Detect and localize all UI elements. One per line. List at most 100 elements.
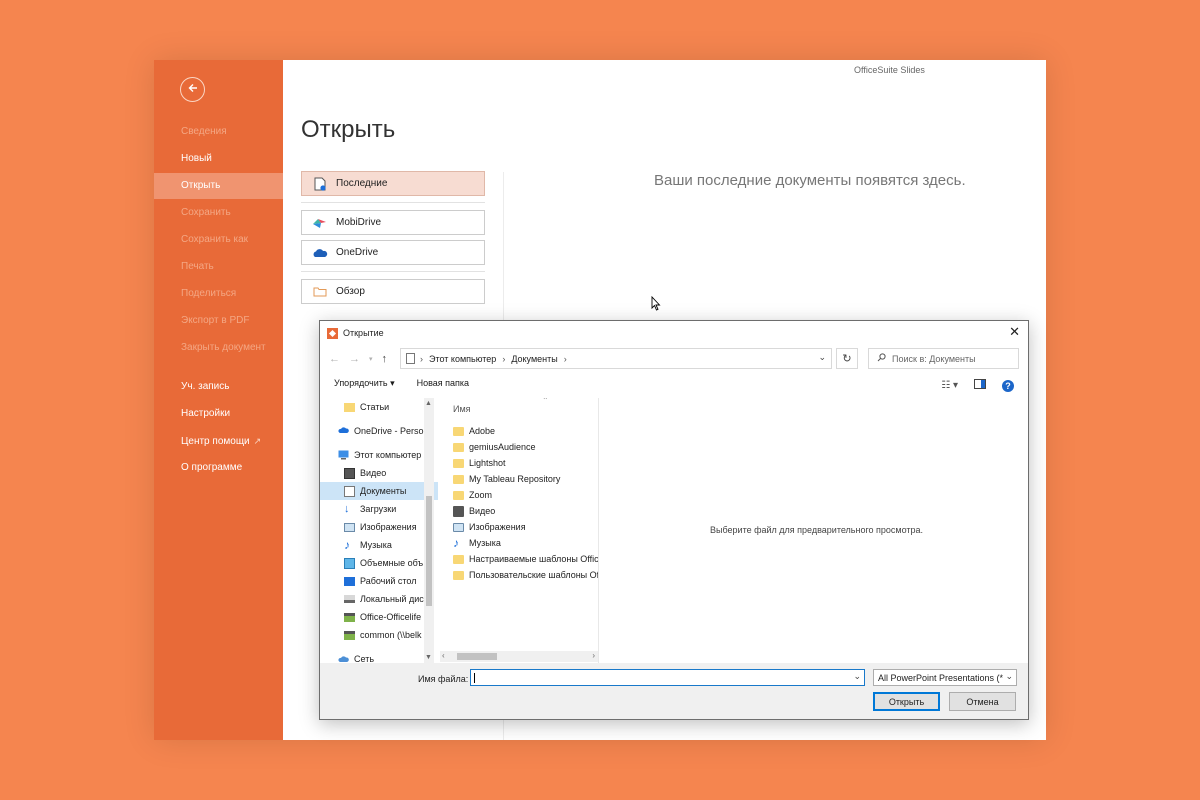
desktop-icon <box>344 576 355 586</box>
drive-icon <box>344 595 355 603</box>
location-onedrive[interactable]: OneDrive <box>301 240 485 265</box>
tree-item[interactable]: Этот компьютер <box>320 446 438 464</box>
address-bar[interactable]: › Этот компьютер › Документы › ⌄ <box>400 348 832 369</box>
file-row[interactable]: Lightshot <box>453 455 598 471</box>
chevron-right-icon: › <box>420 353 423 364</box>
file-row[interactable]: Настраиваемые шаблоны Office <box>453 551 598 567</box>
chevron-down-icon[interactable]: ▼ <box>425 654 432 661</box>
breadcrumb-documents[interactable]: Документы <box>511 354 557 364</box>
chevron-up-icon[interactable]: ▲ <box>425 400 432 407</box>
file-list: ⌃ Имя Adobe gemiusAudience Lightshot My … <box>440 398 599 663</box>
up-arrow-icon[interactable]: ↑ <box>382 353 388 365</box>
search-input[interactable]: Поиск в: Документы <box>868 348 1019 369</box>
file-row[interactable]: ♪ Музыка <box>453 535 598 551</box>
open-file-dialog: Открытие ✕ ← → ▾ ↑ › Этот компьютер › До… <box>319 320 1029 720</box>
scrollbar-thumb[interactable] <box>426 496 432 606</box>
computer-icon <box>338 450 349 461</box>
chevron-down-icon: ⌄ <box>1005 671 1013 681</box>
open-button[interactable]: Открыть <box>873 692 940 711</box>
file-row[interactable]: Изображения <box>453 519 598 535</box>
tree-item[interactable]: Видео <box>320 464 438 482</box>
tree-item-label: Локальный дис <box>360 594 424 604</box>
sidebar-item-share[interactable]: Поделиться <box>154 281 283 307</box>
mobidrive-icon <box>312 216 328 230</box>
file-name: Zoom <box>469 490 493 500</box>
file-list-scrollbar[interactable]: ‹ › <box>440 651 598 662</box>
nav-buttons: ← → ▾ ↑ <box>329 353 387 365</box>
tree-item[interactable]: Сеть <box>320 650 438 663</box>
filetype-select[interactable]: All PowerPoint Presentations (* ⌄ <box>873 669 1017 686</box>
sidebar-item-new[interactable]: Новый <box>154 146 283 172</box>
back-button[interactable] <box>180 77 205 102</box>
filename-label: Имя файла: <box>418 674 469 684</box>
sidebar-item-open[interactable]: Открыть <box>154 173 283 199</box>
refresh-button[interactable]: ↻ <box>836 348 858 369</box>
view-mode-icon[interactable]: ☷ ▾ <box>941 380 958 391</box>
folder-icon <box>344 402 355 412</box>
tree-item[interactable]: OneDrive - Persor <box>320 422 438 440</box>
location-mobidrive[interactable]: MobiDrive <box>301 210 485 235</box>
sidebar-item-export-pdf[interactable]: Экспорт в PDF <box>154 308 283 334</box>
tree-item[interactable]: common (\\belk <box>320 626 438 644</box>
forward-arrow-icon[interactable]: → <box>349 353 360 365</box>
column-header-name[interactable]: Имя <box>453 404 471 414</box>
tree-item[interactable]: ↓ Загрузки <box>320 500 438 518</box>
chevron-left-icon[interactable]: ‹ <box>442 651 445 660</box>
tree-scrollbar[interactable]: ▲ ▼ <box>424 398 434 663</box>
onedrive-cloud-icon <box>312 246 328 260</box>
file-row[interactable]: My Tableau Repository <box>453 471 598 487</box>
tree-item[interactable]: Статьи <box>320 398 438 416</box>
sidebar-item-close-document[interactable]: Закрыть документ <box>154 335 283 361</box>
chevron-right-icon[interactable]: › <box>592 651 595 660</box>
close-icon[interactable]: ✕ <box>1009 324 1020 340</box>
location-recent[interactable]: Последние <box>301 171 485 196</box>
preview-pane-icon[interactable] <box>974 379 986 392</box>
sidebar-item-help-center[interactable]: Центр помощи ↗ <box>154 428 283 454</box>
sidebar-item-about[interactable]: О программе <box>154 455 283 481</box>
location-browse[interactable]: Обзор <box>301 279 485 304</box>
music-icon: ♪ <box>344 537 350 552</box>
sort-arrow-icon: ⌃ <box>542 398 549 405</box>
file-row[interactable]: Видео <box>453 503 598 519</box>
tree-item[interactable]: ♪ Музыка <box>320 536 438 554</box>
cancel-button[interactable]: Отмена <box>949 692 1016 711</box>
chevron-right-icon[interactable]: › <box>564 354 567 364</box>
help-icon[interactable]: ? <box>1002 379 1014 392</box>
chevron-down-icon[interactable]: ⌄ <box>818 352 826 363</box>
file-row[interactable]: gemiusAudience <box>453 439 598 455</box>
tree-item[interactable]: Документы <box>320 482 438 500</box>
tree-item[interactable]: Объемные объ <box>320 554 438 572</box>
organize-menu[interactable]: Упорядочить ▾ <box>334 378 395 389</box>
sidebar-item-settings[interactable]: Настройки <box>154 401 283 427</box>
file-row[interactable]: Пользовательские шаблоны Office <box>453 567 598 583</box>
file-row[interactable]: Zoom <box>453 487 598 503</box>
breadcrumb-computer[interactable]: Этот компьютер <box>429 354 496 364</box>
sidebar-item-info[interactable]: Сведения <box>154 119 283 145</box>
chevron-down-icon[interactable]: ▾ <box>369 355 373 363</box>
tree-item[interactable]: Изображения <box>320 518 438 536</box>
new-folder-button[interactable]: Новая папка <box>417 378 469 389</box>
document-icon <box>344 485 355 497</box>
back-arrow-icon[interactable]: ← <box>329 353 340 365</box>
tree-item-label: Этот компьютер <box>354 450 422 460</box>
chevron-down-icon[interactable]: ⌄ <box>853 671 861 682</box>
file-name: Изображения <box>469 522 526 532</box>
sidebar-item-save[interactable]: Сохранить <box>154 200 283 226</box>
file-name: Lightshot <box>469 458 506 468</box>
tree-item[interactable]: Рабочий стол <box>320 572 438 590</box>
file-row[interactable]: Adobe <box>453 423 598 439</box>
folder-icon <box>453 426 464 436</box>
tree-item[interactable]: Office-Officelife <box>320 608 438 626</box>
location-label: MobiDrive <box>336 217 382 228</box>
sidebar-item-account[interactable]: Уч. запись <box>154 374 283 400</box>
dialog-footer: Имя файла: ⌄ All PowerPoint Presentation… <box>320 663 1028 719</box>
tree-item[interactable]: Локальный дис <box>320 590 438 608</box>
sidebar-item-save-as[interactable]: Сохранить как <box>154 227 283 253</box>
network-drive-icon <box>344 630 355 640</box>
sidebar-item-print[interactable]: Печать <box>154 254 283 280</box>
app-logo-icon <box>327 327 338 339</box>
recent-doc-icon <box>312 177 328 191</box>
filename-input[interactable]: ⌄ <box>470 669 865 686</box>
scrollbar-thumb[interactable] <box>457 653 497 660</box>
folder-icon <box>453 458 464 468</box>
